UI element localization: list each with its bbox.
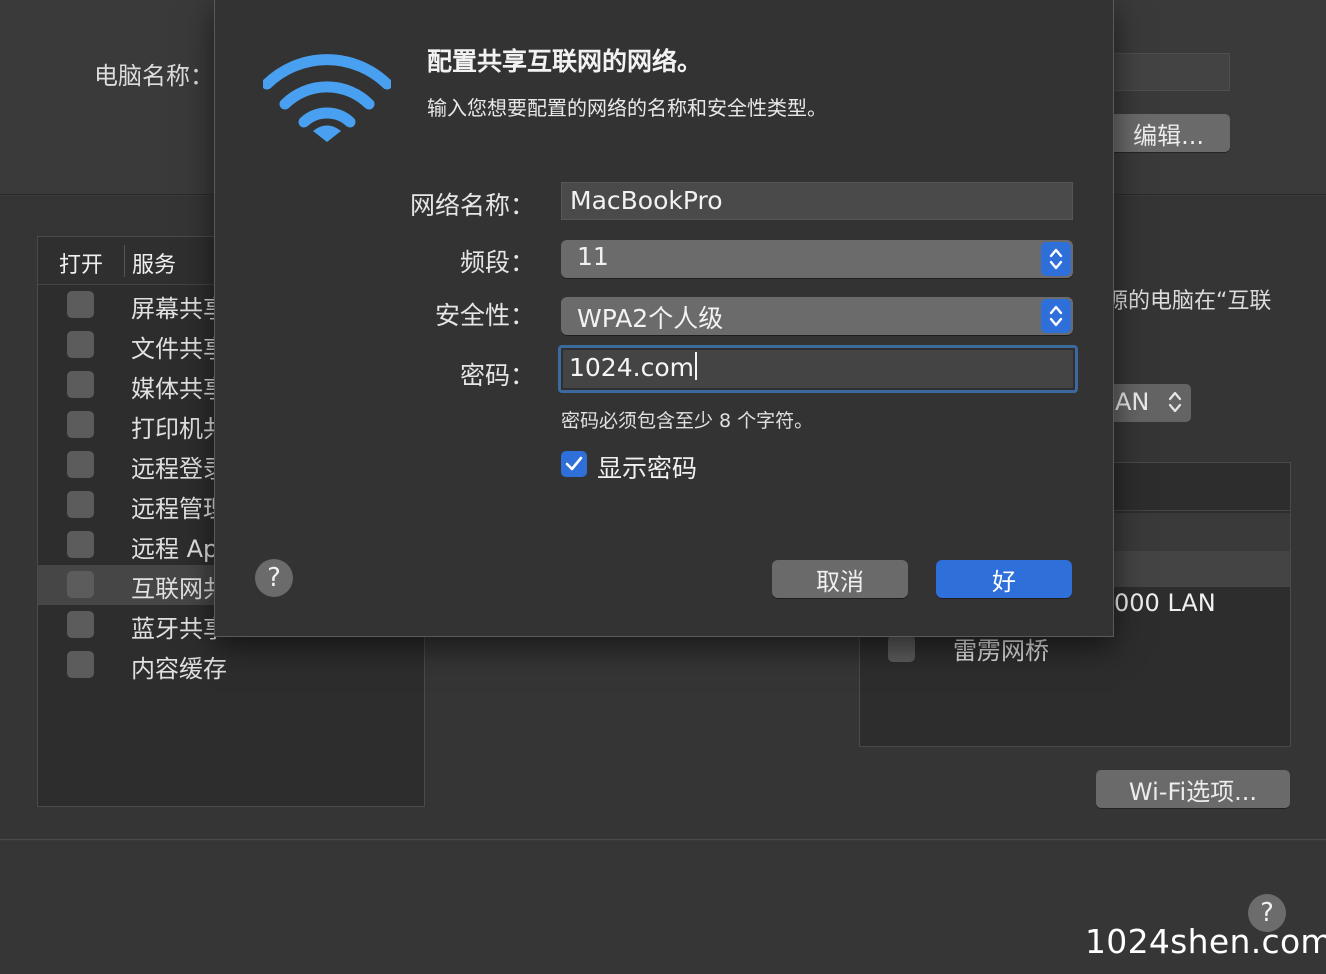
service-checkbox[interactable] xyxy=(67,491,94,518)
edit-button[interactable]: 编辑... xyxy=(1110,114,1230,152)
service-checkbox[interactable] xyxy=(67,651,94,678)
show-password-label[interactable]: 显示密码 xyxy=(597,449,697,485)
column-header-service[interactable]: 服务 xyxy=(132,247,176,279)
password-value: 1024.com xyxy=(569,353,694,382)
popup-arrows-icon xyxy=(1041,299,1071,333)
column-divider xyxy=(124,245,125,277)
ok-button[interactable]: 好 xyxy=(936,560,1072,598)
network-name-field[interactable]: MacBookPro xyxy=(561,182,1073,220)
security-value: WPA2个人级 xyxy=(577,304,724,333)
channel-label: 频段： xyxy=(459,248,535,277)
service-checkbox[interactable] xyxy=(67,331,94,358)
popup-arrows-icon xyxy=(1167,388,1183,418)
watermark-text: 1024shen.com xyxy=(1085,922,1326,961)
password-hint: 密码必须包含至少 8 个字符。 xyxy=(561,410,814,432)
service-checkbox[interactable] xyxy=(67,611,94,638)
service-label: 文件共享 xyxy=(131,335,227,363)
service-label: 屏幕共享 xyxy=(131,295,227,323)
security-label: 安全性： xyxy=(434,301,535,330)
network-name-label: 网络名称： xyxy=(409,191,535,220)
channel-value: 11 xyxy=(577,242,609,271)
sheet-help-button[interactable]: ? xyxy=(255,559,293,597)
security-popup[interactable]: WPA2个人级 xyxy=(561,297,1073,335)
service-checkbox[interactable] xyxy=(67,291,94,318)
service-label: 蓝牙共享 xyxy=(131,615,227,643)
share-from-popup[interactable]: AN xyxy=(1107,384,1191,422)
wifi-options-button[interactable]: Wi-Fi选项... xyxy=(1096,770,1290,808)
computer-name-field[interactable] xyxy=(1110,53,1230,91)
column-header-on[interactable]: 打开 xyxy=(59,247,103,279)
password-input[interactable]: 1024.com xyxy=(563,350,1073,388)
share-from-value: AN xyxy=(1115,388,1150,416)
service-checkbox[interactable] xyxy=(67,371,94,398)
service-checkbox[interactable] xyxy=(67,531,94,558)
service-checkbox[interactable] xyxy=(67,411,94,438)
wifi-config-sheet: 配置共享互联网的网络。 输入您想要配置的网络的名称和安全性类型。 网络名称： M… xyxy=(214,0,1114,637)
service-label: 远程管理 xyxy=(131,495,227,523)
checkmark-icon xyxy=(565,456,583,471)
share-description-text: 源的电脑在“互联 xyxy=(1106,289,1272,314)
service-label: 媒体共享 xyxy=(131,375,227,403)
port-bridge-checkbox[interactable] xyxy=(888,635,915,662)
show-password-checkbox[interactable] xyxy=(561,451,587,477)
channel-popup[interactable]: 11 xyxy=(561,240,1073,278)
port-lan-label: 000 LAN xyxy=(1114,589,1216,617)
text-caret xyxy=(694,352,697,380)
sheet-title: 配置共享互联网的网络。 xyxy=(427,47,703,76)
wifi-icon xyxy=(263,54,391,142)
cancel-button[interactable]: 取消 xyxy=(772,560,908,598)
service-checkbox[interactable] xyxy=(67,571,94,598)
service-label: 内容缓存 xyxy=(131,655,227,683)
computer-name-label: 电脑名称： xyxy=(94,62,214,90)
table-row[interactable]: 内容缓存 xyxy=(38,645,424,685)
service-label: 远程登录 xyxy=(131,455,227,483)
sheet-subtitle: 输入您想要配置的网络的名称和安全性类型。 xyxy=(427,96,827,120)
password-label: 密码： xyxy=(459,361,535,390)
password-field[interactable]: 1024.com xyxy=(558,345,1078,393)
popup-arrows-icon xyxy=(1041,242,1071,276)
service-checkbox[interactable] xyxy=(67,451,94,478)
